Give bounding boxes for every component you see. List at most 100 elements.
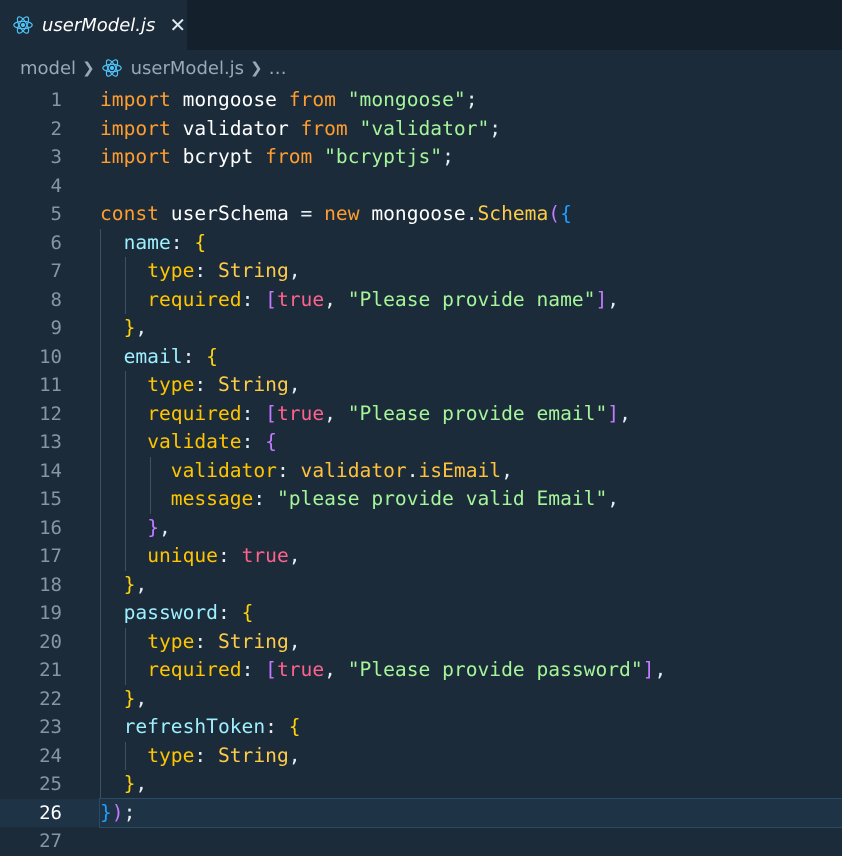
- chevron-right-icon: ❯: [250, 59, 263, 77]
- line-number: 8: [50, 288, 62, 311]
- line-number: 19: [39, 602, 62, 624]
- indent-guide: [124, 428, 126, 457]
- react-icon: [13, 16, 33, 34]
- code-text: validate: {: [100, 428, 842, 457]
- code-line[interactable]: 25 },: [0, 770, 842, 799]
- code-line[interactable]: 11 type: String,: [0, 371, 842, 400]
- code-line[interactable]: 20 type: String,: [0, 627, 842, 656]
- code-line[interactable]: 26});: [0, 797, 842, 828]
- code-line[interactable]: 3 import bcrypt from "bcryptjs";: [0, 143, 842, 172]
- code-line[interactable]: 12 required: [true, "Please provide emai…: [0, 399, 842, 428]
- code-line[interactable]: 21 required: [true, "Please provide pass…: [0, 656, 842, 685]
- indent-guide: [100, 257, 101, 286]
- indent-guide: [124, 542, 126, 571]
- code-line[interactable]: 8 required: [true, "Please provide name"…: [0, 285, 842, 314]
- tab-bar: userModel.js ✕: [0, 0, 842, 50]
- code-line[interactable]: 9 },: [0, 314, 842, 343]
- indent-guide: [149, 456, 151, 485]
- line-number: 24: [39, 744, 62, 767]
- line-number: 9: [50, 317, 62, 339]
- indent-guide: [100, 713, 101, 742]
- indent-guide: [124, 257, 126, 286]
- line-number: 21: [39, 659, 62, 681]
- code-text: import bcrypt from "bcryptjs";: [100, 145, 454, 168]
- code-text: required: [true, "Please provide name"],: [100, 285, 842, 314]
- code-text: required: [true, "Please provide passwor…: [100, 656, 842, 685]
- line-number: 2: [50, 117, 62, 140]
- code-line[interactable]: 14 validator: validator.isEmail,: [0, 456, 842, 485]
- indent-guide: [100, 485, 101, 514]
- indent-guide: [100, 342, 101, 371]
- code-text: required: [true, "Please provide email"]…: [100, 399, 842, 428]
- line-number: 7: [50, 260, 62, 282]
- close-icon[interactable]: ✕: [169, 13, 186, 38]
- code-line[interactable]: 16 },: [0, 513, 842, 542]
- code-line[interactable]: 23 refreshToken: {: [0, 713, 842, 742]
- line-number: 18: [39, 573, 62, 596]
- code-line[interactable]: 24 type: String,: [0, 741, 842, 770]
- code-line[interactable]: 13 validate: {: [0, 428, 842, 457]
- indent-guide: [100, 285, 101, 314]
- code-line[interactable]: 4: [0, 172, 842, 201]
- code-text: const userSchema = new mongoose.Schema({: [100, 202, 572, 225]
- line-number: 20: [39, 630, 62, 653]
- line-number: 12: [39, 402, 62, 425]
- code-line[interactable]: 18 },: [0, 570, 842, 599]
- code-line[interactable]: 19 password: {: [0, 599, 842, 628]
- indent-guide: [100, 656, 101, 685]
- breadcrumb-folder[interactable]: model: [20, 58, 76, 79]
- indent-guide: [100, 542, 101, 571]
- code-line[interactable]: 10 email: {: [0, 342, 842, 371]
- indent-guide: [124, 741, 126, 770]
- code-text: type: String,: [100, 257, 842, 286]
- line-number: 17: [39, 545, 62, 567]
- breadcrumb-file[interactable]: userModel.js: [131, 58, 244, 79]
- code-line[interactable]: 22 },: [0, 684, 842, 713]
- indent-guide: [100, 456, 101, 485]
- code-text: },: [100, 770, 842, 799]
- code-line[interactable]: 7 type: String,: [0, 257, 842, 286]
- code-line[interactable]: 5 const userSchema = new mongoose.Schema(…: [0, 200, 842, 229]
- code-text: },: [100, 513, 842, 542]
- indent-guide: [124, 285, 126, 314]
- indent-guide: [100, 770, 101, 799]
- code-line[interactable]: 15 message: "please provide valid Email"…: [0, 485, 842, 514]
- code-editor[interactable]: 1 import mongoose from "mongoose"; 2 import…: [0, 86, 842, 856]
- code-text: import mongoose from "mongoose";: [100, 88, 478, 111]
- line-number: 26: [39, 801, 62, 824]
- line-number: 22: [39, 687, 62, 710]
- code-line[interactable]: 27: [0, 827, 842, 856]
- code-line[interactable]: 6 name: {: [0, 228, 842, 257]
- line-number: 5: [50, 203, 62, 225]
- indent-guide: [124, 485, 126, 514]
- code-text: unique: true,: [100, 542, 842, 571]
- code-line[interactable]: 1 import mongoose from "mongoose";: [0, 86, 842, 115]
- react-icon: [101, 59, 122, 77]
- indent-guide: [124, 399, 126, 428]
- code-line[interactable]: 17 unique: true,: [0, 542, 842, 571]
- line-number: 1: [50, 89, 62, 111]
- indent-guide: [100, 314, 101, 343]
- breadcrumb-more[interactable]: …: [269, 58, 287, 79]
- code-text: type: String,: [100, 627, 842, 656]
- indent-guide: [124, 656, 126, 685]
- indent-guide: [124, 513, 126, 542]
- code-text: type: String,: [100, 741, 842, 770]
- tab-usermodel[interactable]: userModel.js ✕: [0, 0, 187, 50]
- indent-guide: [124, 627, 126, 656]
- code-text: type: String,: [100, 371, 842, 400]
- code-text: password: {: [100, 599, 842, 628]
- tab-label: userModel.js: [42, 14, 156, 36]
- indent-guide: [100, 399, 101, 428]
- code-text: },: [100, 570, 842, 599]
- indent-guide: [100, 428, 101, 457]
- line-number: 14: [39, 459, 62, 482]
- indent-guide: [100, 228, 101, 257]
- line-number: 25: [39, 773, 62, 795]
- line-number: 13: [39, 431, 62, 453]
- code-text: message: "please provide valid Email",: [100, 485, 842, 514]
- code-line[interactable]: 2 import validator from "validator";: [0, 115, 842, 144]
- line-number: 11: [39, 374, 62, 396]
- indent-guide: [100, 741, 101, 770]
